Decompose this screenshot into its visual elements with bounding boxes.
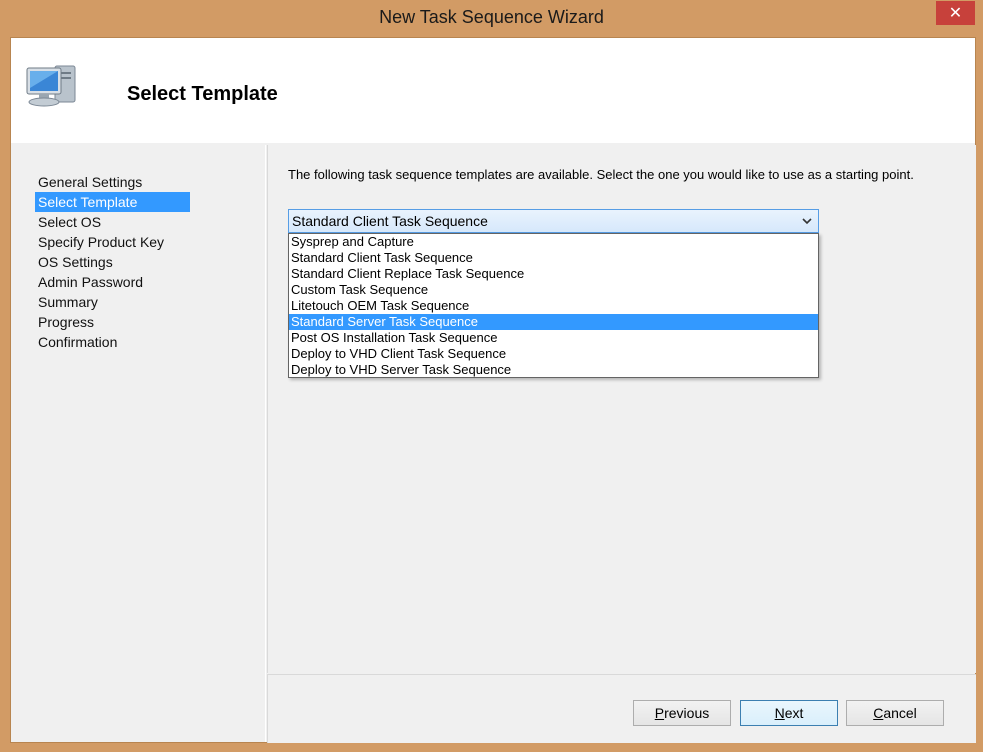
template-option[interactable]: Custom Task Sequence bbox=[289, 282, 818, 298]
template-select[interactable]: Standard Client Task Sequence bbox=[288, 209, 819, 233]
cancel-button[interactable]: Cancel bbox=[846, 700, 944, 726]
close-button[interactable]: ✕ bbox=[936, 1, 975, 25]
sidebar-item-summary[interactable]: Summary bbox=[35, 292, 190, 312]
next-button[interactable]: Next bbox=[740, 700, 838, 726]
template-dropdown-list: Sysprep and Capture Standard Client Task… bbox=[288, 233, 819, 378]
template-option[interactable]: Post OS Installation Task Sequence bbox=[289, 330, 818, 346]
sidebar-item-general-settings[interactable]: General Settings bbox=[35, 172, 190, 192]
sidebar-item-select-template[interactable]: Select Template bbox=[35, 192, 190, 212]
sidebar-item-progress[interactable]: Progress bbox=[35, 312, 190, 332]
close-icon: ✕ bbox=[948, 5, 963, 22]
wizard-steps-sidebar: General Settings Select Template Select … bbox=[11, 145, 266, 742]
template-select-value: Standard Client Task Sequence bbox=[292, 213, 488, 229]
cancel-button-label: ancel bbox=[883, 705, 917, 721]
template-option[interactable]: Deploy to VHD Client Task Sequence bbox=[289, 346, 818, 362]
cancel-button-accel: C bbox=[873, 705, 884, 721]
template-option[interactable]: Litetouch OEM Task Sequence bbox=[289, 298, 818, 314]
sidebar-item-confirmation[interactable]: Confirmation bbox=[35, 332, 190, 352]
wizard-header: Select Template bbox=[11, 38, 975, 143]
computer-icon bbox=[26, 65, 76, 107]
wizard-window: New Task Sequence Wizard ✕ Select Templa… bbox=[0, 0, 983, 752]
template-option[interactable]: Sysprep and Capture bbox=[289, 234, 818, 250]
sidebar-item-select-os[interactable]: Select OS bbox=[35, 212, 190, 232]
wizard-client-area: Select Template General Settings Select … bbox=[10, 37, 976, 743]
window-title: New Task Sequence Wizard bbox=[379, 7, 604, 27]
page-title: Select Template bbox=[127, 83, 278, 105]
sidebar-item-admin-password[interactable]: Admin Password bbox=[35, 272, 190, 292]
template-option-highlighted[interactable]: Standard Server Task Sequence bbox=[289, 314, 818, 330]
sidebar-item-os-settings[interactable]: OS Settings bbox=[35, 252, 190, 272]
next-button-label: ext bbox=[784, 705, 804, 721]
template-option[interactable]: Standard Client Task Sequence bbox=[289, 250, 818, 266]
chevron-down-icon[interactable] bbox=[800, 214, 814, 228]
steps-list: General Settings Select Template Select … bbox=[35, 172, 190, 352]
previous-button[interactable]: Previous bbox=[633, 700, 731, 726]
sidebar-item-specify-product-key[interactable]: Specify Product Key bbox=[35, 232, 190, 252]
template-option[interactable]: Deploy to VHD Server Task Sequence bbox=[289, 362, 818, 378]
next-button-accel: N bbox=[774, 705, 785, 721]
main-panel: The following task sequence templates ar… bbox=[267, 145, 976, 673]
wizard-footer: Previous Next Cancel bbox=[267, 674, 976, 743]
template-option[interactable]: Standard Client Replace Task Sequence bbox=[289, 266, 818, 282]
previous-button-accel: P bbox=[654, 705, 665, 721]
instruction-text: The following task sequence templates ar… bbox=[288, 167, 914, 182]
previous-button-label: revious bbox=[664, 705, 710, 721]
title-bar[interactable]: New Task Sequence Wizard ✕ bbox=[0, 0, 983, 37]
